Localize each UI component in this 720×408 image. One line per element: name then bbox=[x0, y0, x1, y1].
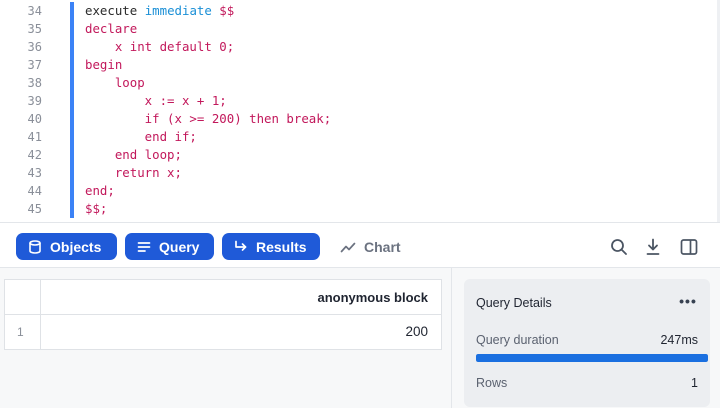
code-token: return x; bbox=[85, 165, 182, 180]
chart-button[interactable]: Chart bbox=[336, 233, 405, 260]
results-label: Results bbox=[256, 238, 307, 255]
details-pane: Query Details ••• Query duration 247ms R… bbox=[451, 268, 720, 408]
statement-selection-bar bbox=[70, 2, 74, 218]
lines-icon bbox=[137, 241, 151, 252]
line-number: 43 bbox=[27, 166, 42, 180]
row-number: 1 bbox=[5, 315, 41, 349]
results-toolbar: Objects Query Results Chart bbox=[0, 222, 720, 268]
code-token: x int default 0; bbox=[85, 39, 235, 54]
return-arrow-icon bbox=[235, 240, 247, 251]
results-button[interactable]: Results bbox=[222, 233, 320, 260]
code-line[interactable]: if (x >= 200) then break; bbox=[85, 110, 720, 128]
line-number: 41 bbox=[27, 130, 42, 144]
code-token: immediate bbox=[144, 3, 212, 18]
code-line[interactable]: execute immediate $$ bbox=[85, 2, 720, 20]
database-icon bbox=[29, 239, 41, 254]
chart-label: Chart bbox=[364, 238, 401, 255]
code-line[interactable]: x int default 0; bbox=[85, 38, 720, 56]
line-chart-icon bbox=[340, 242, 356, 252]
code-token: end if; bbox=[85, 129, 197, 144]
code-line[interactable]: begin bbox=[85, 56, 720, 74]
code-token: x := x + 1; bbox=[85, 93, 227, 108]
code-area[interactable]: execute immediate $$ declare x int defaul… bbox=[85, 2, 720, 218]
row-number-header bbox=[5, 280, 41, 315]
code-token: loop bbox=[85, 75, 145, 90]
line-number: 39 bbox=[27, 94, 42, 108]
line-number: 34 bbox=[27, 4, 42, 18]
code-token: if (x >= 200) then break; bbox=[85, 111, 332, 126]
query-duration-value: 247ms bbox=[660, 333, 698, 347]
line-number: 37 bbox=[27, 58, 42, 72]
download-icon[interactable] bbox=[643, 237, 663, 257]
code-line[interactable]: end if; bbox=[85, 128, 720, 146]
line-number: 38 bbox=[27, 76, 42, 90]
query-duration-label: Query duration bbox=[476, 333, 559, 347]
code-token: execute bbox=[85, 3, 145, 18]
column-header[interactable]: anonymous block bbox=[41, 280, 441, 315]
sql-editor[interactable]: 34 35 36 37 38 39 40 41 42 43 44 45 execute immedia… bbox=[0, 0, 720, 222]
code-line[interactable]: x := x + 1; bbox=[85, 92, 720, 110]
results-pane: anonymous block 1 200 bbox=[0, 268, 451, 408]
code-line[interactable]: $$; bbox=[85, 200, 720, 218]
code-token: declare bbox=[85, 21, 138, 36]
rows-label: Rows bbox=[476, 376, 508, 390]
code-line[interactable]: end loop; bbox=[85, 146, 720, 164]
line-number: 40 bbox=[27, 112, 42, 126]
line-number: 42 bbox=[27, 148, 42, 162]
search-icon[interactable] bbox=[609, 237, 629, 257]
split-panel-icon[interactable] bbox=[679, 237, 699, 257]
query-duration-bar-fill bbox=[476, 354, 708, 362]
query-button[interactable]: Query bbox=[125, 233, 214, 260]
results-table[interactable]: anonymous block 1 200 bbox=[4, 279, 442, 350]
code-line[interactable]: declare bbox=[85, 20, 720, 38]
query-details-card: Query Details ••• Query duration 247ms R… bbox=[464, 279, 710, 407]
objects-button[interactable]: Objects bbox=[16, 233, 117, 260]
code-token: $$; bbox=[85, 201, 108, 216]
code-token: $$ bbox=[211, 3, 235, 18]
code-token: end; bbox=[85, 183, 115, 198]
line-number-gutter: 34 35 36 37 38 39 40 41 42 43 44 45 bbox=[0, 2, 48, 218]
line-number: 35 bbox=[27, 22, 42, 36]
query-duration-bar bbox=[476, 354, 708, 362]
code-line[interactable]: loop bbox=[85, 74, 720, 92]
objects-label: Objects bbox=[50, 238, 102, 255]
more-options-icon[interactable]: ••• bbox=[678, 291, 698, 311]
line-number: 45 bbox=[27, 202, 42, 216]
code-line[interactable]: end; bbox=[85, 182, 720, 200]
query-label: Query bbox=[159, 238, 200, 255]
rows-value: 1 bbox=[691, 376, 698, 390]
line-number: 36 bbox=[27, 40, 42, 54]
code-line[interactable]: return x; bbox=[85, 164, 720, 182]
code-token: end loop; bbox=[85, 147, 182, 162]
table-cell[interactable]: 200 bbox=[41, 315, 441, 349]
query-details-title: Query Details bbox=[476, 296, 552, 310]
code-token: begin bbox=[85, 57, 123, 72]
line-number: 44 bbox=[27, 184, 42, 198]
